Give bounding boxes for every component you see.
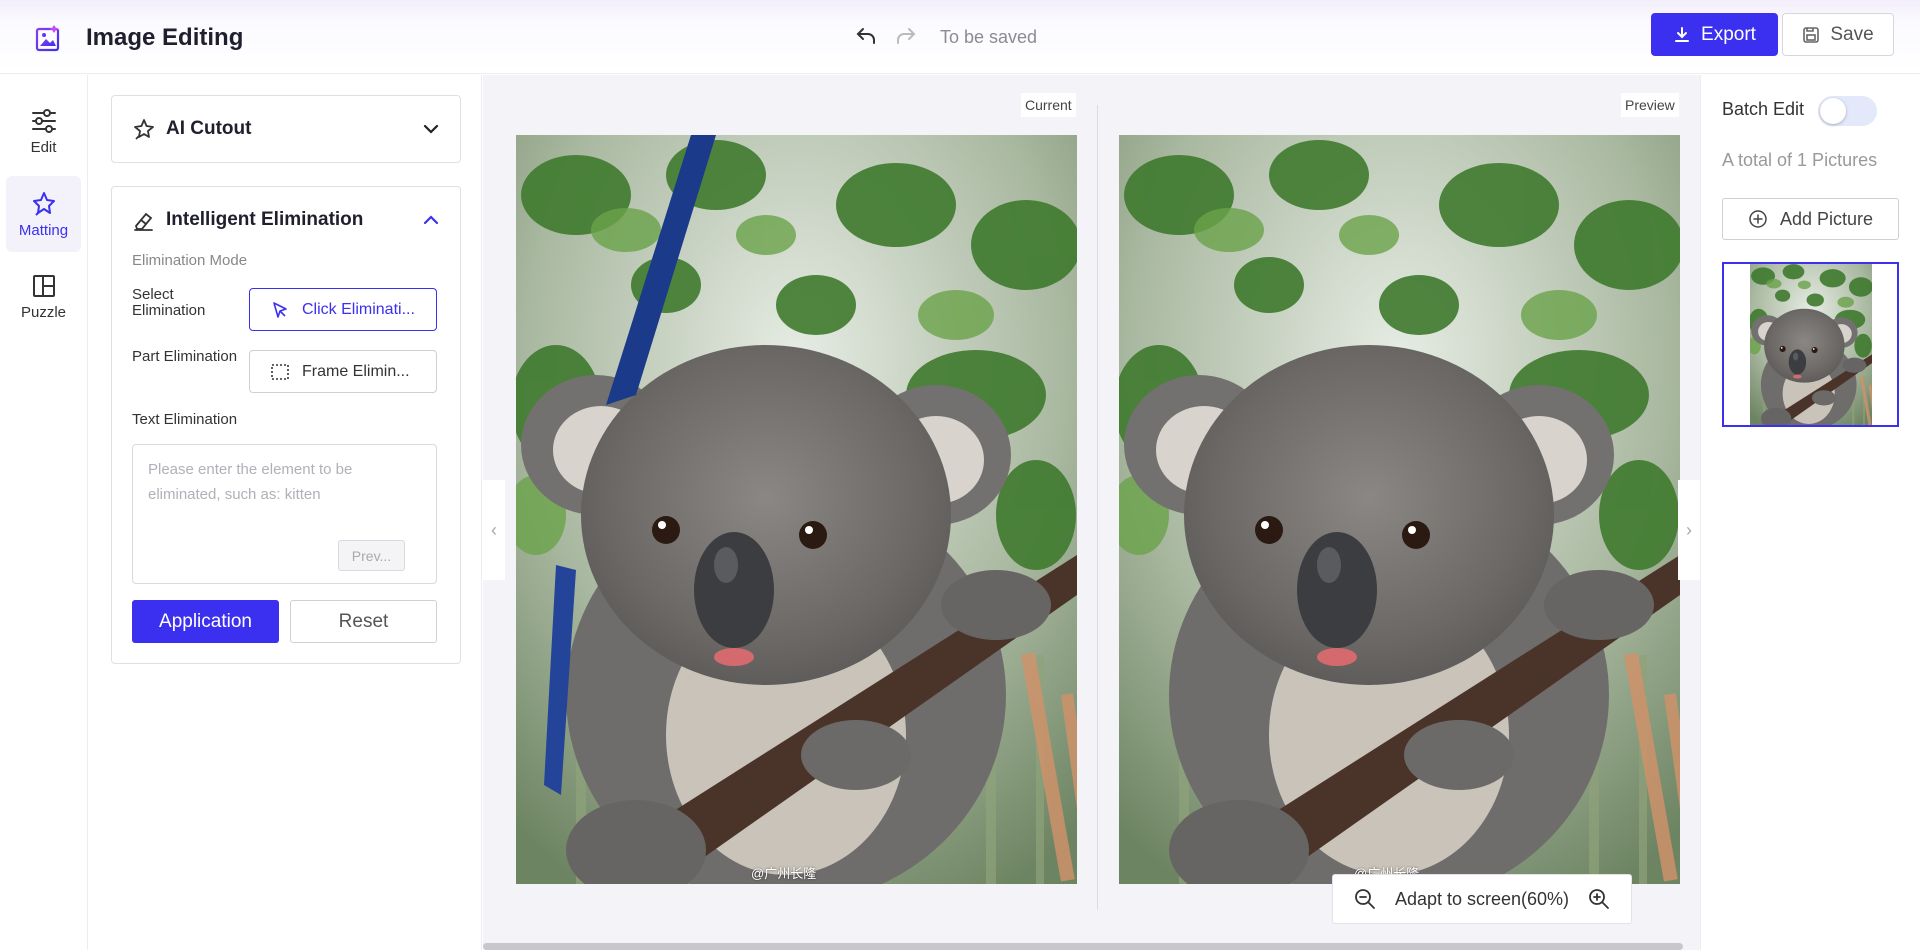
elimination-header[interactable]: Intelligent Elimination — [132, 187, 363, 253]
save-button[interactable]: Save — [1782, 13, 1894, 56]
select-elimination-label: Select Elimination — [132, 287, 205, 319]
sliders-icon — [31, 108, 56, 133]
image-edit-logo-icon — [35, 25, 60, 52]
canvas-area: Current Preview @广州长隆 @广州长隆 ‹ › Adapt to… — [483, 75, 1700, 950]
dashed-frame-icon — [271, 363, 289, 380]
top-header: Image Editing To be saved Export Save — [0, 0, 1920, 74]
frame-elimination-button[interactable]: Frame Elimin... — [249, 350, 437, 393]
elimination-title: Intelligent Elimination — [166, 209, 364, 230]
ai-cutout-card[interactable]: AI Cutout — [111, 95, 461, 163]
chevron-up-icon[interactable] — [422, 211, 440, 229]
redo-icon[interactable] — [894, 24, 918, 48]
export-button[interactable]: Export — [1651, 13, 1778, 56]
current-image: @广州长隆 — [516, 135, 1077, 884]
ai-cutout-title: AI Cutout — [166, 118, 252, 139]
preview-label: Preview — [1621, 93, 1679, 117]
zoom-in-icon[interactable] — [1587, 887, 1611, 911]
save-status: To be saved — [940, 27, 1038, 47]
collapse-right-handle[interactable]: › — [1678, 480, 1700, 580]
batch-edit-toggle[interactable] — [1818, 96, 1877, 126]
rail-label-puzzle: Puzzle — [20, 303, 67, 321]
thumbnail-image — [1749, 264, 1872, 425]
pictures-panel: Batch Edit A total of 1 Pictures Add Pic… — [1700, 75, 1920, 950]
eraser-icon — [134, 212, 153, 231]
add-picture-button[interactable]: Add Picture — [1722, 198, 1899, 240]
intelligent-elimination-card: Intelligent Elimination Elimination Mode… — [111, 186, 461, 664]
magic-star-icon — [134, 119, 154, 140]
chevron-left-icon: ‹ — [491, 519, 497, 540]
horizontal-scrollbar[interactable] — [483, 943, 1683, 950]
chevron-right-icon: › — [1686, 519, 1692, 540]
rail-item-puzzle[interactable]: Puzzle — [6, 258, 81, 334]
add-picture-label: Add Picture — [1779, 208, 1874, 229]
pointer-click-icon — [273, 301, 287, 318]
zoom-level-text[interactable]: Adapt to screen(60%) — [1395, 889, 1569, 910]
current-label: Current — [1021, 93, 1076, 117]
chevron-down-icon[interactable] — [422, 120, 440, 138]
collapse-left-handle[interactable]: ‹ — [483, 480, 505, 580]
zoom-out-icon[interactable] — [1353, 887, 1377, 911]
preview-image: @广州长隆 — [1119, 135, 1680, 884]
zoom-controls: Adapt to screen(60%) — [1332, 874, 1632, 924]
preview-button[interactable]: Prev... — [338, 540, 405, 571]
magic-star-icon — [32, 191, 55, 216]
tools-panel: AI Cutout Intelligent Elimination Elimin… — [89, 75, 482, 950]
save-disk-icon — [1803, 26, 1820, 43]
ai-cutout-header: AI Cutout — [132, 96, 251, 162]
part-elimination-label: Part Elimination — [132, 348, 238, 365]
rail-item-edit[interactable]: Edit — [6, 93, 81, 169]
select-label-line2: Elimination — [132, 302, 206, 319]
compare-divider — [1097, 105, 1098, 910]
download-icon — [1675, 26, 1690, 42]
click-elimination-label: Click Eliminati... — [302, 300, 415, 318]
layout-icon — [32, 274, 55, 297]
left-rail: Edit Matting Puzzle — [0, 75, 88, 950]
app-title: Image Editing — [86, 24, 244, 51]
plus-circle-icon — [1749, 210, 1767, 228]
text-elimination-label: Text Elimination — [132, 411, 238, 428]
save-label: Save — [1830, 23, 1874, 45]
watermark-text: @广州长隆 — [751, 866, 817, 881]
batch-edit-label: Batch Edit — [1722, 99, 1805, 119]
frame-elimination-label: Frame Elimin... — [302, 362, 410, 380]
application-button[interactable]: Application — [132, 600, 279, 643]
elimination-mode-label: Elimination Mode — [132, 252, 248, 269]
export-label: Export — [1701, 23, 1756, 45]
select-label-line1: Select — [132, 286, 174, 303]
rail-label-matting: Matting — [18, 221, 69, 239]
rail-item-matting[interactable]: Matting — [6, 176, 81, 252]
total-pictures-text: A total of 1 Pictures — [1722, 150, 1878, 170]
toggle-knob — [1820, 98, 1846, 124]
click-elimination-button[interactable]: Click Eliminati... — [249, 288, 437, 331]
text-elimination-placeholder: Please enter the element to be eliminate… — [148, 461, 353, 503]
undo-icon[interactable] — [854, 24, 878, 48]
rail-label-edit: Edit — [30, 138, 57, 156]
reset-button[interactable]: Reset — [290, 600, 437, 643]
picture-thumbnail[interactable] — [1722, 262, 1899, 427]
